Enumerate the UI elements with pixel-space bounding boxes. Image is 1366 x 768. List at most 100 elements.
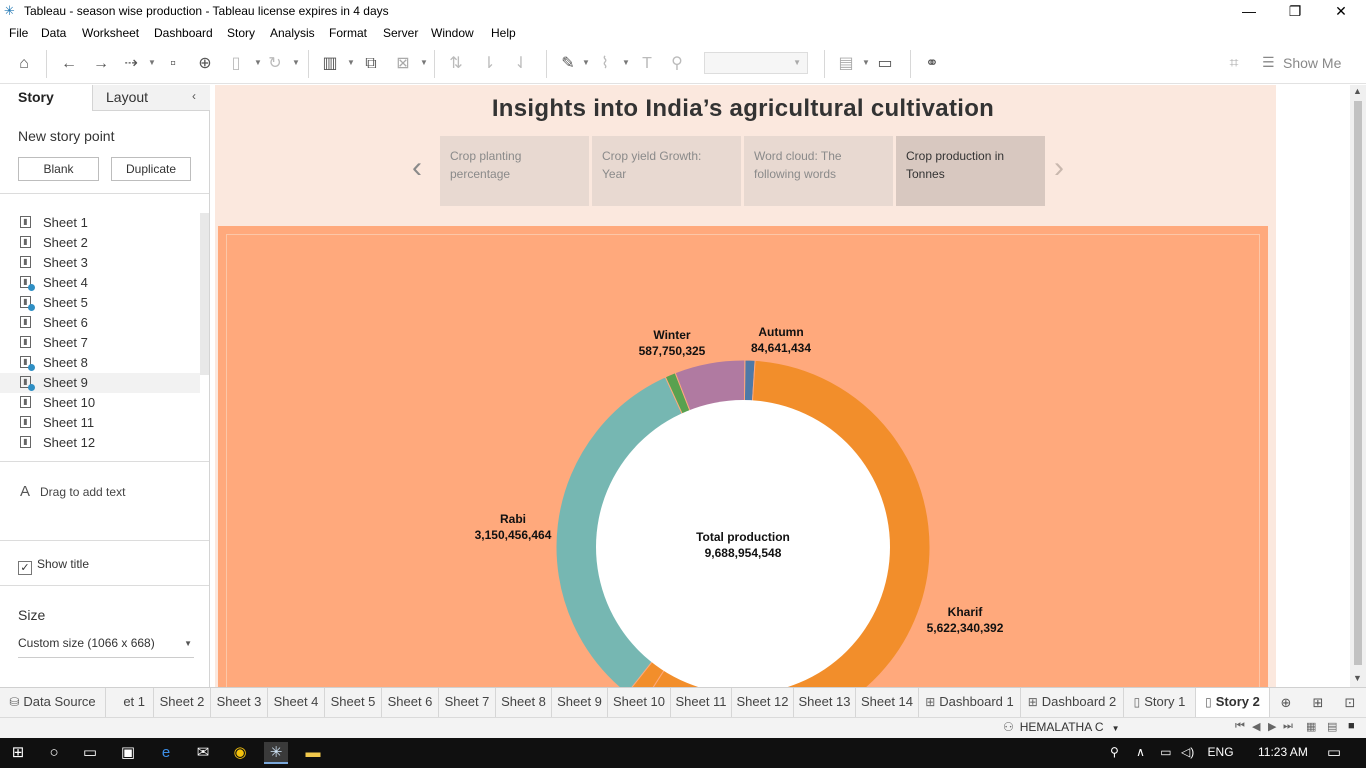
story-point-crop-production[interactable]: Crop production in Tonnes — [896, 136, 1045, 206]
search-icon[interactable]: ○ — [42, 742, 66, 764]
sheet-list-item[interactable]: ▮ Sheet 6 — [0, 313, 200, 333]
tableau-app-icon[interactable]: ✳ — [264, 742, 288, 764]
show-title-checkbox[interactable]: ✓ Show title — [18, 557, 89, 575]
close-button[interactable]: ✕ — [1318, 0, 1364, 24]
previous-sheet-icon[interactable]: ◀ — [1252, 720, 1260, 733]
next-sheet-icon[interactable]: ▶ — [1268, 720, 1276, 733]
tab-sheet-9[interactable]: Sheet 9 — [552, 688, 608, 717]
first-sheet-icon[interactable]: ⏮ — [1235, 720, 1245, 733]
dropdown-arrow-icon[interactable]: ▼ — [254, 58, 262, 67]
tab-sheet-13[interactable]: Sheet 13 — [794, 688, 856, 717]
presentation-mode-icon[interactable]: ▭ — [875, 54, 895, 74]
dropdown-arrow-icon[interactable]: ▼ — [347, 58, 355, 67]
tab-sheet-4[interactable]: Sheet 4 — [268, 688, 325, 717]
menu-file[interactable]: File — [9, 26, 28, 40]
tab-sheet-3[interactable]: Sheet 3 — [211, 688, 268, 717]
previous-story-point-icon[interactable]: ‹ — [412, 151, 422, 185]
store-icon[interactable]: ▣ — [116, 742, 140, 764]
show-mark-labels-icon[interactable]: T — [637, 54, 657, 74]
pause-updates-icon[interactable]: ▯ — [226, 54, 246, 74]
dropdown-arrow-icon[interactable]: ▼ — [292, 58, 300, 67]
sheet-list-item[interactable]: ▮ Sheet 10 — [0, 393, 200, 413]
edge-browser-icon[interactable]: e — [154, 742, 178, 764]
tab-sheet-2[interactable]: Sheet 2 — [154, 688, 211, 717]
show-tabs-icon[interactable]: ▤ — [1327, 720, 1337, 733]
sheet-list-scrollbar[interactable] — [200, 213, 209, 375]
share-icon[interactable]: ⚭ — [922, 54, 942, 74]
undo-icon[interactable]: ← — [59, 54, 79, 74]
show-filmstrip-icon[interactable]: ▦ — [1306, 720, 1316, 733]
new-data-source-icon[interactable]: ⊕ — [195, 54, 215, 74]
menu-data[interactable]: Data — [41, 26, 66, 40]
refresh-icon[interactable]: ↻ — [265, 54, 285, 74]
language-indicator[interactable]: ENG — [1208, 745, 1234, 759]
sort-descending-icon[interactable]: ⇃ — [511, 54, 531, 74]
tab-sheet-12[interactable]: Sheet 12 — [732, 688, 794, 717]
tab-sheet-7[interactable]: Sheet 7 — [439, 688, 496, 717]
menu-format[interactable]: Format — [329, 26, 367, 40]
new-worksheet-icon[interactable]: ▥ — [320, 54, 340, 74]
home-icon[interactable]: ⌂ — [14, 54, 34, 74]
scroll-down-icon[interactable]: ▼ — [1353, 673, 1362, 683]
sheet-list-item[interactable]: ▮ Sheet 9 — [0, 373, 200, 393]
swap-rows-columns-icon[interactable]: ⇅ — [446, 54, 466, 74]
user-menu[interactable]: ⚇ HEMALATHA C ▼ — [1003, 720, 1119, 734]
menu-server[interactable]: Server — [383, 26, 418, 40]
windows-start-icon[interactable]: ⊞ — [6, 742, 30, 764]
menu-analysis[interactable]: Analysis — [270, 26, 315, 40]
size-select[interactable]: Custom size (1066 x 668) ▼ — [18, 636, 194, 658]
notifications-icon[interactable]: ▭ — [1322, 742, 1346, 764]
tab-sheet-1[interactable]: et 1 — [106, 688, 154, 717]
duplicate-sheet-icon[interactable]: ⧉ — [361, 54, 381, 74]
dropdown-arrow-icon[interactable]: ▼ — [862, 58, 870, 67]
tab-sheet-6[interactable]: Sheet 6 — [382, 688, 439, 717]
file-explorer-icon[interactable]: ▬ — [301, 742, 325, 764]
mail-icon[interactable]: ✉ — [191, 742, 215, 764]
tab-sheet-14[interactable]: Sheet 14 — [856, 688, 919, 717]
swap-data-source-icon[interactable]: ⇢ — [121, 54, 141, 74]
menu-dashboard[interactable]: Dashboard — [154, 26, 213, 40]
tab-sheet-5[interactable]: Sheet 5 — [325, 688, 382, 717]
dropdown-arrow-icon[interactable]: ▼ — [148, 58, 156, 67]
sheet-list-item[interactable]: ▮ Sheet 8 — [0, 353, 200, 373]
tab-data-source[interactable]: ⛁ Data Source — [0, 688, 106, 717]
group-members-icon[interactable]: ⌇ — [595, 54, 615, 74]
menu-story[interactable]: Story — [227, 26, 255, 40]
task-view-icon[interactable]: ▭ — [78, 742, 102, 764]
scroll-up-icon[interactable]: ▲ — [1353, 86, 1362, 96]
tab-sheet-8[interactable]: Sheet 8 — [496, 688, 552, 717]
clock[interactable]: 11:23 AM — [1258, 745, 1308, 759]
fit-select[interactable]: ▼ — [704, 52, 808, 74]
format-painter-icon[interactable]: ⌗ — [1224, 54, 1244, 74]
story-point-word-cloud[interactable]: Word cloud: The following words — [744, 136, 893, 206]
redo-icon[interactable]: → — [91, 54, 111, 74]
people-icon[interactable]: ⚲ — [1110, 745, 1119, 759]
tab-story-2[interactable]: ▯ Story 2 — [1196, 688, 1270, 717]
new-dashboard-tab-icon[interactable]: ⊞ — [1308, 693, 1328, 713]
maximize-button[interactable]: ❐ — [1272, 0, 1318, 24]
blank-button[interactable]: Blank — [18, 157, 99, 181]
story-point-crop-yield[interactable]: Crop yield Growth: Year — [592, 136, 741, 206]
sheet-list-item[interactable]: ▮ Sheet 7 — [0, 333, 200, 353]
duplicate-button[interactable]: Duplicate — [111, 157, 191, 181]
sheet-list-item[interactable]: ▮ Sheet 4 — [0, 273, 200, 293]
clear-sheet-icon[interactable]: ⊠ — [393, 54, 413, 74]
sheet-list-item[interactable]: ▮ Sheet 1 — [0, 213, 200, 233]
new-worksheet-tab-icon[interactable]: ⊕ — [1276, 693, 1296, 713]
menu-help[interactable]: Help — [491, 26, 516, 40]
dropdown-arrow-icon[interactable]: ▼ — [420, 58, 428, 67]
sheet-list-item[interactable]: ▮ Sheet 2 — [0, 233, 200, 253]
vertical-scrollbar[interactable]: ▲ ▼ — [1350, 85, 1366, 687]
next-story-point-icon[interactable]: › — [1054, 151, 1064, 185]
volume-icon[interactable]: ◁) — [1181, 745, 1194, 759]
sheet-list-item[interactable]: ▮ Sheet 3 — [0, 253, 200, 273]
tab-dashboard-1[interactable]: ⊞ Dashboard 1 — [919, 688, 1021, 717]
last-sheet-icon[interactable]: ⏭ — [1283, 720, 1293, 733]
sheet-list-item[interactable]: ▮ Sheet 12 — [0, 433, 200, 453]
show-sheet-sorter-icon[interactable]: ■ — [1348, 720, 1355, 732]
show-me-button[interactable]: ☰ Show Me — [1260, 54, 1350, 74]
story-point-crop-planting[interactable]: Crop planting percentage — [440, 136, 589, 206]
collapse-panel-icon[interactable]: ‹ — [192, 89, 196, 103]
new-story-tab-icon[interactable]: ⊡ — [1340, 693, 1360, 713]
tab-sheet-11[interactable]: Sheet 11 — [671, 688, 732, 717]
